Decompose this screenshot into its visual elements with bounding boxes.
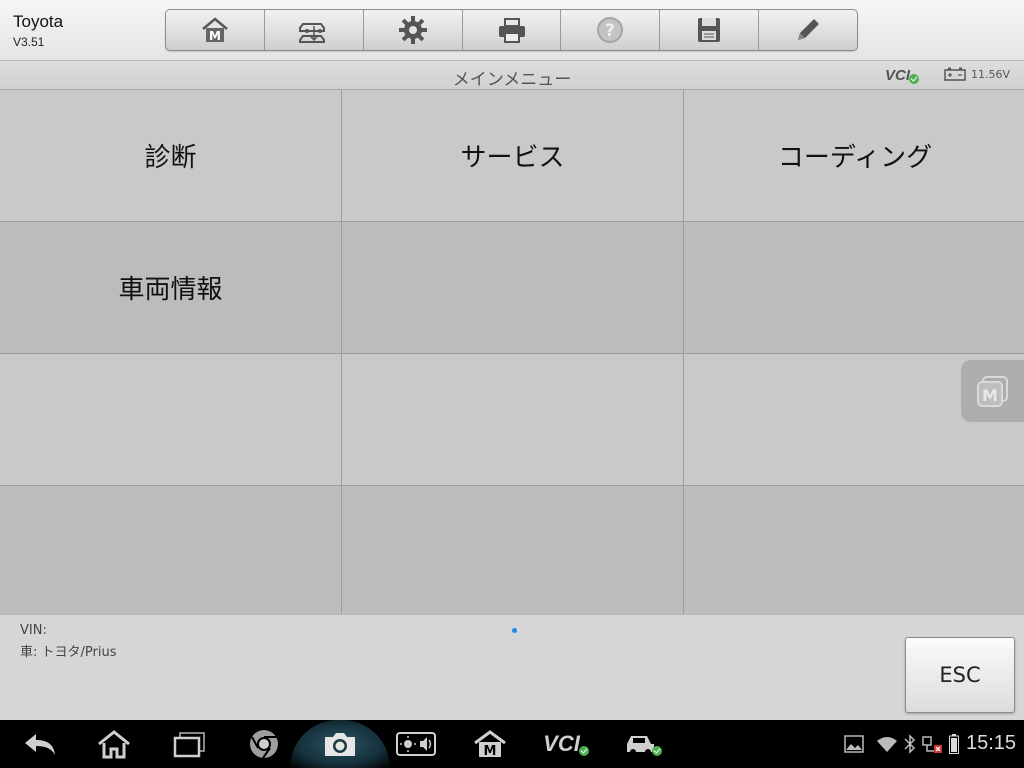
brand: Toyota V3.51: [13, 12, 63, 49]
wifi-status-icon: [876, 728, 898, 760]
home-m-icon: M: [202, 17, 228, 43]
battery-icon: [949, 734, 959, 754]
gear-icon: [398, 16, 427, 44]
camera-button[interactable]: [322, 728, 358, 760]
print-button[interactable]: [463, 10, 562, 50]
menu-cell-empty: [0, 354, 341, 485]
floating-m-button[interactable]: M: [961, 360, 1024, 422]
app-name: Toyota: [13, 12, 64, 31]
vci-connected-icon: [909, 74, 920, 84]
save-button[interactable]: [660, 10, 760, 50]
system-clock: 15:15: [966, 732, 1017, 754]
gallery-notification-icon: [843, 728, 865, 760]
system-nav-bar: M VCI 15:15: [0, 720, 1024, 768]
display-sound-button[interactable]: [396, 728, 436, 760]
title-bar: メインメニュー VCI 11.56V: [0, 61, 1024, 90]
vehicle-ok-icon: [652, 746, 662, 756]
chrome-button[interactable]: [247, 728, 281, 760]
settings-button[interactable]: [364, 10, 463, 50]
network-error-icon: [920, 728, 944, 760]
floating-m-icon: M: [976, 376, 1008, 407]
printer-icon: [498, 18, 525, 43]
vci-nav-label: VCI: [543, 731, 580, 756]
edit-button[interactable]: [759, 10, 857, 50]
menu-item-coding[interactable]: コーディング: [684, 90, 1024, 221]
app-header: Toyota V3.51 M ?: [0, 0, 1024, 61]
svg-text:M: M: [982, 386, 998, 405]
svg-text:?: ?: [605, 21, 615, 41]
menu-item-vehicle-info[interactable]: 車両情報: [0, 222, 341, 353]
menu-cell-empty: [684, 486, 1024, 617]
network-disconnected-icon: [922, 736, 942, 753]
back-button[interactable]: [22, 728, 58, 760]
help-icon: ?: [597, 17, 624, 43]
maxisys-m-icon: M: [474, 730, 506, 759]
vci-ok-icon: [578, 746, 589, 756]
vin-label: VIN:: [20, 623, 47, 638]
esc-button[interactable]: ESC: [905, 637, 1015, 713]
pencil-icon: [798, 19, 820, 40]
toolbar: M ?: [165, 9, 858, 51]
info-footer: VIN: 車: トヨタ/Prius ESC: [0, 614, 1024, 721]
vehicle-label: 車: トヨタ/Prius: [20, 645, 117, 660]
menu-item-diagnosis[interactable]: 診断: [0, 90, 341, 221]
menu-cell-empty: [342, 222, 683, 353]
bluetooth-status-icon: [902, 728, 918, 760]
main-menu-grid: 診断 サービス コーディング 車両情報: [0, 90, 1024, 617]
back-icon: [25, 734, 55, 755]
menu-cell-empty: [342, 354, 683, 485]
device-battery-icon: [947, 728, 961, 760]
battery-voltage: 11.56V: [971, 67, 1011, 81]
app-version: V3.51: [13, 35, 45, 49]
camera-icon: [325, 733, 355, 756]
page-title: メインメニュー: [452, 70, 572, 90]
save-icon: [698, 18, 721, 42]
help-button[interactable]: ?: [561, 10, 661, 50]
bluetooth-icon: [904, 734, 916, 754]
home-nav-button[interactable]: [96, 728, 132, 760]
home-icon: [98, 730, 130, 759]
chrome-icon: [250, 730, 278, 759]
svg-text:M: M: [209, 29, 221, 43]
car-battery-icon: [944, 67, 966, 81]
brightness-volume-icon: [396, 732, 436, 756]
page-indicator: [512, 628, 517, 633]
vehicle-swap-button[interactable]: [265, 10, 364, 50]
battery-status: 11.56V: [944, 67, 1010, 81]
wifi-icon: [877, 737, 897, 752]
svg-text:M: M: [484, 744, 497, 759]
image-icon: [844, 735, 864, 753]
menu-item-service[interactable]: サービス: [342, 90, 683, 221]
menu-cell-empty: [342, 486, 683, 617]
maxisys-home-button[interactable]: M: [472, 728, 508, 760]
vehicle-swap-icon: [298, 23, 325, 43]
vehicle-status-button[interactable]: [622, 728, 664, 760]
menu-cell-empty: [0, 486, 341, 617]
home-button[interactable]: M: [166, 10, 265, 50]
vci-label: VCI: [885, 66, 911, 84]
vci-status: VCI: [885, 66, 920, 84]
recents-button[interactable]: [172, 728, 208, 760]
vci-manager-button[interactable]: VCI: [540, 728, 592, 760]
menu-cell-empty: [684, 222, 1024, 353]
recent-apps-icon: [173, 732, 205, 758]
